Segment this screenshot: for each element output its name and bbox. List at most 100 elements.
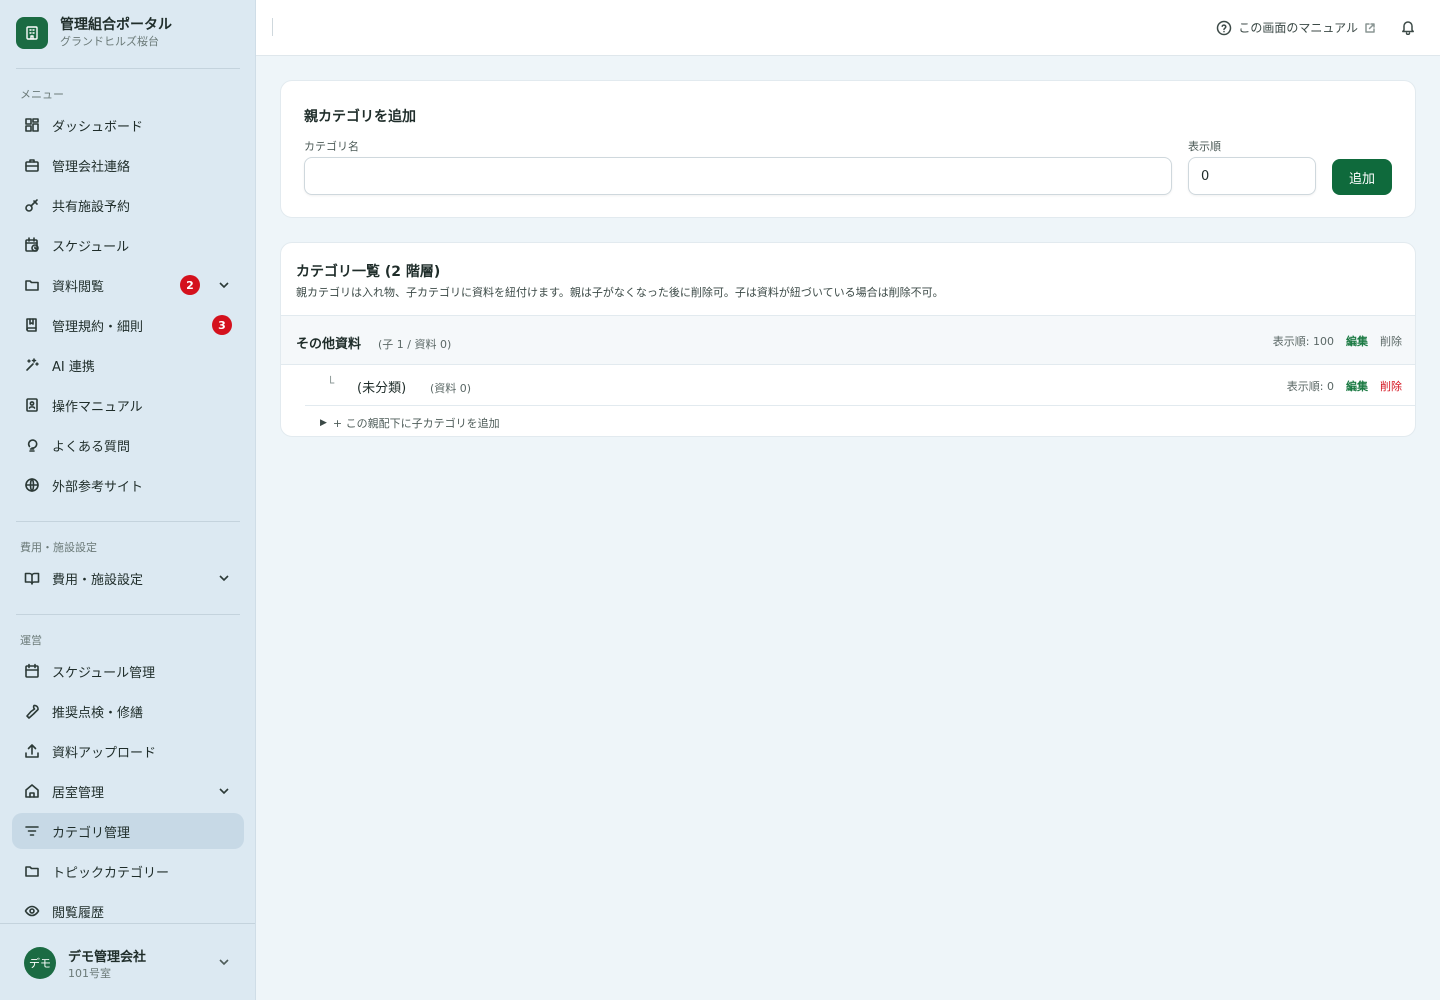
unread-badge: 2 [180, 275, 200, 295]
building-icon [16, 16, 48, 49]
sidebar-item-external-sites[interactable]: 外部参考サイト [12, 467, 244, 503]
folder-icon [24, 277, 40, 293]
sidebar-item-label: 居室管理 [52, 785, 105, 801]
sidebar-item-label: AI 連携 [52, 359, 95, 375]
sidebar-item-label: よくある質問 [52, 439, 131, 455]
category-list-card: カテゴリ一覧 (2 階層) 親カテゴリは入れ物、子カテゴリに資料を紐付けます。親… [280, 242, 1416, 437]
sidebar-item-fees-settings[interactable]: 費用・施設設定 [12, 560, 244, 596]
sidebar-item-label: トピックカテゴリー [52, 865, 170, 881]
divider [16, 521, 240, 522]
topbar: この画面のマニュアル [256, 0, 1440, 56]
add-parent-category-card: 親カテゴリを追加 カテゴリ名 表示順 0 追加 [280, 80, 1416, 218]
screen-manual-link[interactable]: この画面のマニュアル [1216, 19, 1376, 36]
card-title: 親カテゴリを追加 [304, 109, 416, 125]
divider [16, 614, 240, 615]
sparkle-icon [24, 357, 40, 373]
avatar: デモ [24, 947, 56, 979]
folder-icon [24, 863, 40, 879]
sidebar-item-documents[interactable]: 資料閲覧 2 [12, 267, 244, 303]
category-name-input[interactable] [304, 157, 1172, 195]
divider [16, 68, 240, 69]
sidebar-item-label: 費用・施設設定 [52, 572, 144, 588]
brand[interactable]: 管理組合ポータル グランドヒルズ桜台 [16, 16, 172, 49]
calendar-clock-icon [24, 237, 40, 253]
edit-button[interactable]: 編集 [1346, 378, 1368, 394]
lightbulb-icon [24, 437, 40, 453]
brand-subtitle: グランドヒルズ桜台 [60, 35, 159, 48]
delete-button[interactable]: 削除 [1380, 378, 1402, 394]
calendar-icon [24, 663, 40, 679]
sidebar-item-ai[interactable]: AI 連携 [12, 347, 244, 383]
sidebar-item-document-upload[interactable]: 資料アップロード [12, 733, 244, 769]
child-category-row: └ (未分類) (資料 0) 表示順: 0 編集 削除 [305, 365, 1415, 406]
divider [272, 18, 273, 36]
section-label-operations: 運営 [20, 634, 42, 647]
chevron-down-icon[interactable] [216, 954, 232, 970]
sidebar-item-label: 推奨点検・修繕 [52, 705, 144, 721]
sidebar-item-label: 資料閲覧 [52, 279, 105, 295]
category-name-label: カテゴリ名 [304, 140, 359, 153]
screen-manual-label: この画面のマニュアル [1238, 21, 1358, 35]
brand-title: 管理組合ポータル [60, 17, 172, 33]
delete-button[interactable]: 削除 [1380, 333, 1402, 349]
key-icon [24, 197, 40, 213]
display-order-input[interactable]: 0 [1188, 157, 1316, 195]
sidebar-item-label: 管理会社連絡 [52, 159, 131, 175]
sidebar-item-inspection-repair[interactable]: 推奨点検・修繕 [12, 693, 244, 729]
user-name: デモ管理会社 [68, 950, 147, 965]
add-child-category-toggle[interactable]: ▶ + この親配下に子カテゴリを追加 [320, 415, 500, 431]
display-order: 表示順: 0 [1286, 380, 1334, 393]
section-label-menu: メニュー [20, 88, 64, 101]
add-button[interactable]: 追加 [1332, 159, 1392, 195]
sidebar-item-label: ダッシュボード [52, 119, 144, 135]
user-menu[interactable]: デモ デモ管理会社 101号室 [0, 923, 255, 1000]
wrench-icon [24, 703, 40, 719]
sidebar-item-schedule[interactable]: スケジュール [12, 227, 244, 263]
sidebar-item-topic-category[interactable]: トピックカテゴリー [12, 853, 244, 889]
briefcase-icon [24, 157, 40, 173]
sidebar: 管理組合ポータル グランドヒルズ桜台 メニュー ダッシュボード 管理会社連絡 共… [0, 0, 256, 1000]
filter-icon [24, 823, 40, 839]
child-category-name: (未分類) [357, 381, 407, 396]
sidebar-item-label: 管理規約・細則 [52, 319, 144, 335]
sidebar-item-facility-booking[interactable]: 共有施設予約 [12, 187, 244, 223]
tree-branch-glyph: └ [327, 376, 335, 390]
user-room: 101号室 [68, 967, 111, 980]
sidebar-item-label: 共有施設予約 [52, 199, 131, 215]
sidebar-item-faq[interactable]: よくある質問 [12, 427, 244, 463]
sidebar-item-label: 閲覧履歴 [52, 905, 105, 921]
sidebar-item-category-management[interactable]: カテゴリ管理 [12, 813, 244, 849]
parent-category-meta: (子 1 / 資料 0) [378, 338, 452, 351]
display-order-label: 表示順 [1188, 140, 1221, 153]
display-order: 表示順: 100 [1272, 335, 1334, 348]
edit-button[interactable]: 編集 [1346, 333, 1368, 349]
sidebar-item-label: 外部参考サイト [52, 479, 144, 495]
fees-nav: 費用・施設設定 [12, 560, 244, 600]
sidebar-item-label: 資料アップロード [52, 745, 157, 761]
category-list-description: 親カテゴリは入れ物、子カテゴリに資料を紐付けます。親は子がなくなった後に削除可。… [296, 286, 944, 299]
sidebar-item-bylaws[interactable]: 管理規約・細則 3 [12, 307, 244, 343]
manual-icon [24, 397, 40, 413]
card-title: カテゴリ一覧 (2 階層) [296, 264, 441, 280]
bell-icon[interactable] [1400, 19, 1416, 36]
eye-icon [24, 903, 40, 919]
chevron-down-icon[interactable] [216, 277, 232, 293]
sidebar-item-management-contact[interactable]: 管理会社連絡 [12, 147, 244, 183]
section-label-fees: 費用・施設設定 [20, 541, 97, 554]
menu-nav: ダッシュボード 管理会社連絡 共有施設予約 スケジュール 資料閲覧 2 管理規約… [12, 107, 244, 507]
chevron-down-icon[interactable] [216, 570, 232, 586]
sidebar-item-label: カテゴリ管理 [52, 825, 131, 841]
parent-category-row: その他資料 (子 1 / 資料 0) 表示順: 100 編集 削除 [281, 315, 1415, 365]
book-icon [24, 317, 40, 333]
sidebar-item-schedule-management[interactable]: スケジュール管理 [12, 653, 244, 689]
external-link-icon [1365, 22, 1375, 33]
sidebar-item-manual[interactable]: 操作マニュアル [12, 387, 244, 423]
sidebar-item-dashboard[interactable]: ダッシュボード [12, 107, 244, 143]
chevron-down-icon[interactable] [216, 783, 232, 799]
sidebar-item-label: スケジュール管理 [52, 665, 156, 681]
sidebar-item-label: スケジュール [52, 239, 130, 255]
globe-icon [24, 477, 40, 493]
sidebar-item-room-management[interactable]: 居室管理 [12, 773, 244, 809]
help-circle-icon [1217, 20, 1232, 35]
dashboard-icon [24, 117, 40, 133]
